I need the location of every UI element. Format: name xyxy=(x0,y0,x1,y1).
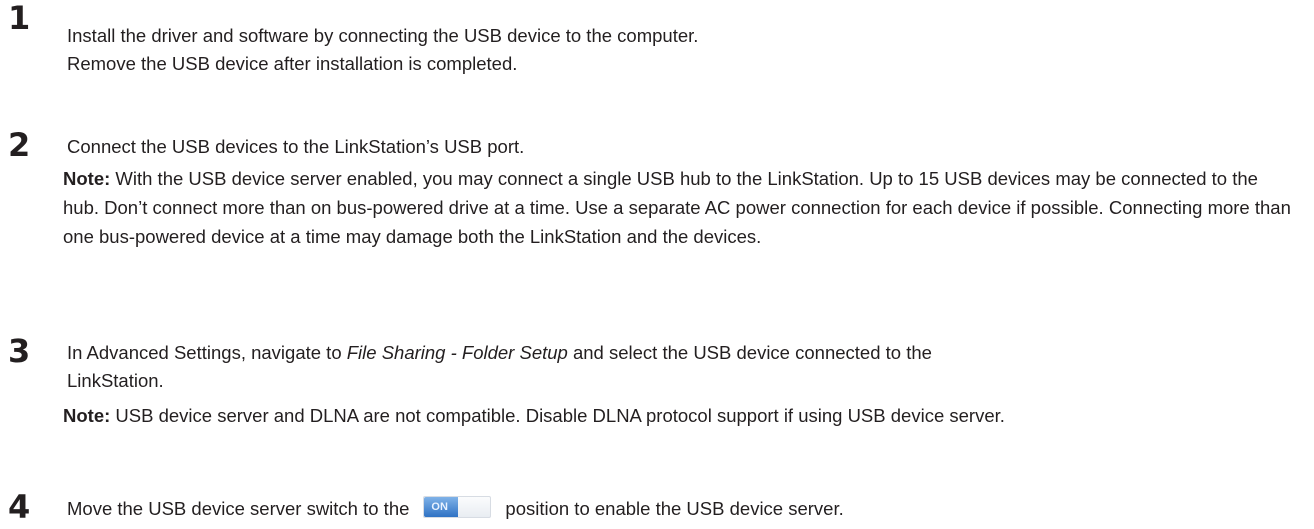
note-label: Note: xyxy=(63,405,111,426)
step-line: Connect the USB devices to the LinkStati… xyxy=(67,136,525,157)
note-text: USB device server and DLNA are not compa… xyxy=(110,405,1005,426)
step-line: Remove the USB device after installation… xyxy=(67,53,518,74)
note: Note: With the USB device server enabled… xyxy=(63,164,1293,251)
step-text-part: and select the USB device connected to t… xyxy=(567,342,932,363)
step-text-part: Move the USB device server switch to the xyxy=(67,498,410,519)
menu-path: File Sharing - Folder Setup xyxy=(346,342,568,363)
step-text: Connect the USB devices to the LinkStati… xyxy=(67,133,524,161)
toggle-switch-icon: ON xyxy=(423,496,492,518)
note-label: Note: xyxy=(63,168,111,189)
step-number: 1 xyxy=(8,0,31,37)
step-line: LinkStation. xyxy=(67,370,164,391)
step-text: Move the USB device server switch to the… xyxy=(67,495,844,523)
step-number: 3 xyxy=(8,332,31,370)
switch-label: ON xyxy=(431,501,448,513)
step-number: 2 xyxy=(8,126,31,164)
step-text: In Advanced Settings, navigate to File S… xyxy=(67,339,932,395)
switch-knob: ON xyxy=(424,497,459,517)
step-line: In Advanced Settings, navigate to File S… xyxy=(67,339,932,367)
step-line: Install the driver and software by conne… xyxy=(67,25,699,46)
step-text-part: position to enable the USB device server… xyxy=(505,498,844,519)
note-text: With the USB device server enabled, you … xyxy=(63,168,1291,247)
step-text: Install the driver and software by conne… xyxy=(67,22,698,78)
note: Note: USB device server and DLNA are not… xyxy=(63,401,1293,430)
step-number: 4 xyxy=(8,488,31,526)
step-text-part: In Advanced Settings, navigate to xyxy=(67,342,347,363)
